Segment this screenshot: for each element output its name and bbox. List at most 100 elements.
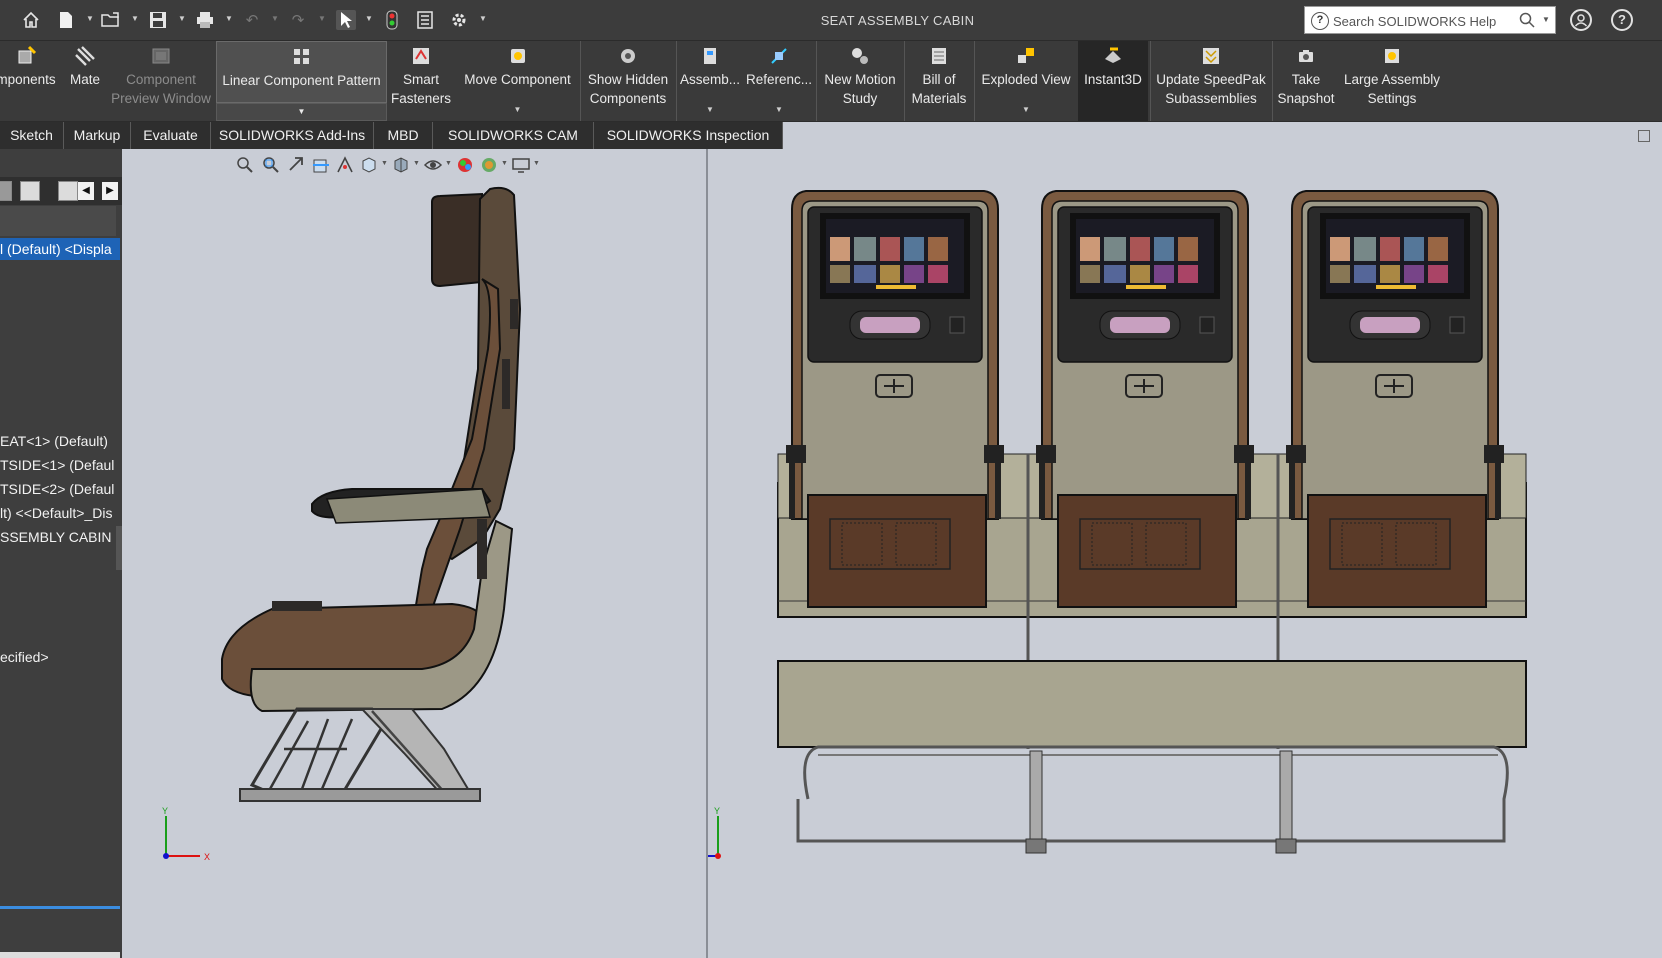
take-snapshot-button[interactable]: Take Snapshot	[1274, 41, 1338, 122]
graphics-viewport-left[interactable]: Y X	[122, 149, 706, 958]
tab-mbd[interactable]: MBD	[374, 122, 433, 150]
tree-row-outside-1[interactable]: TSIDE<1> (Defaul	[0, 454, 120, 476]
large-assembly-settings-button[interactable]: Large Assembly Settings	[1340, 41, 1444, 122]
component-preview-window-button[interactable]: Component Preview Window	[108, 41, 214, 122]
search-icon[interactable]	[1519, 12, 1535, 28]
reference-geometry-button[interactable]: Referenc... ▼	[744, 41, 814, 122]
bom-icon	[932, 48, 946, 64]
tree-row-root[interactable]: l (Default) <Displa	[0, 238, 120, 260]
seat-side-view: Y X	[162, 186, 522, 862]
dynamic-annotation-icon[interactable]	[335, 155, 355, 175]
large-assembly-label-1: Large Assembly	[1343, 72, 1441, 87]
panel-scroll-right-icon[interactable]: ▶	[102, 182, 118, 200]
tab-evaluate[interactable]: Evaluate	[131, 122, 211, 150]
command-manager-tabs: Sketch Markup Evaluate SOLIDWORKS Add-In…	[0, 121, 1662, 150]
exploded-view-icon	[1018, 48, 1034, 63]
tab-solidworks-inspection[interactable]: SOLIDWORKS Inspection	[594, 122, 783, 150]
exploded-view-dropdown-icon[interactable]: ▼	[976, 100, 1076, 119]
smart-fasteners-button[interactable]: Smart Fasteners	[389, 41, 453, 122]
zoom-to-area-icon[interactable]	[261, 155, 281, 175]
apply-scene-icon[interactable]	[479, 155, 499, 175]
configuration-manager-tab-icon[interactable]	[58, 181, 78, 201]
section-view-icon[interactable]	[311, 155, 331, 175]
panel-tab-toolbar: ◀ ▶	[0, 177, 122, 205]
new-motion-study-label-2: Study	[842, 91, 878, 106]
help-search-box[interactable]: ? ▼	[1304, 6, 1556, 34]
assembly-features-icon	[704, 48, 716, 64]
view-settings-icon[interactable]	[511, 155, 531, 175]
new-motion-study-button[interactable]: New Motion Study	[818, 41, 902, 122]
linear-pattern-icon	[293, 49, 309, 64]
feature-tree-tab-icon[interactable]	[0, 181, 12, 201]
panel-bottom-strip	[0, 952, 120, 958]
graphics-viewport-right[interactable]: Y Z	[674, 149, 1662, 958]
zoom-to-fit-icon[interactable]	[235, 155, 255, 175]
command-manager-ribbon: mponents Mate Component Preview Window L…	[0, 40, 1662, 122]
seat-row-rear-view: Y Z	[674, 149, 1527, 862]
assembly-features-button[interactable]: Assemb... ▼	[678, 41, 742, 122]
tab-solidworks-add-ins[interactable]: SOLIDWORKS Add-Ins	[211, 122, 374, 150]
ribbon-separator	[676, 41, 677, 122]
take-snapshot-label-2: Snapshot	[1277, 91, 1335, 106]
apply-scene-dropdown-icon[interactable]: ▼	[501, 160, 508, 167]
help-question-icon: ?	[1311, 12, 1329, 30]
view-orientation-dropdown-icon[interactable]: ▼	[381, 160, 388, 167]
show-hidden-components-button[interactable]: Show Hidden Components	[583, 41, 673, 122]
tree-row-unspecified[interactable]: ecified>	[0, 646, 120, 668]
instant3d-label: Instant3D	[1084, 72, 1142, 87]
move-component-button[interactable]: Move Component ▼	[457, 41, 578, 122]
collapse-panel-icon[interactable]	[1638, 130, 1650, 142]
bill-of-materials-label-1: Bill of	[922, 72, 956, 87]
mate-icon	[75, 46, 95, 66]
insert-components-icon	[18, 45, 37, 64]
tree-row-outside-2[interactable]: TSIDE<2> (Defaul	[0, 478, 120, 500]
insert-components-button[interactable]: mponents	[0, 41, 60, 122]
bill-of-materials-button[interactable]: Bill of Materials	[906, 41, 972, 122]
previous-view-icon[interactable]	[287, 155, 307, 175]
display-style-icon[interactable]	[391, 155, 411, 175]
move-component-label: Move Component	[464, 72, 571, 87]
reference-geometry-label: Referenc...	[745, 72, 813, 87]
component-preview-label-2: Preview Window	[111, 91, 211, 106]
view-orientation-icon[interactable]	[359, 155, 379, 175]
large-assembly-icon	[1385, 49, 1399, 63]
help-search-input[interactable]	[1333, 11, 1513, 31]
instant3d-button[interactable]: Instant3D	[1078, 41, 1148, 122]
hide-show-dropdown-icon[interactable]: ▼	[445, 160, 452, 167]
tab-sketch[interactable]: Sketch	[0, 122, 64, 150]
tree-row-default-display[interactable]: lt) <<Default>_Dis	[0, 502, 120, 524]
update-speedpak-label-1: Update SpeedPak	[1156, 72, 1266, 87]
tree-row-seat-assembly-cabin[interactable]: SSEMBLY CABIN	[0, 526, 120, 548]
take-snapshot-label-1: Take	[1291, 72, 1321, 87]
panel-scroll-left-icon[interactable]: ◀	[78, 182, 94, 200]
user-account-icon[interactable]	[1570, 9, 1592, 31]
tabs-background	[783, 122, 1662, 150]
help-icon[interactable]: ?	[1611, 9, 1633, 31]
rollback-bar[interactable]	[0, 906, 120, 909]
linear-pattern-dropdown[interactable]: ▼	[216, 103, 387, 121]
property-manager-tab-icon[interactable]	[20, 181, 40, 201]
tab-markup[interactable]: Markup	[64, 122, 131, 150]
search-dropdown-icon[interactable]: ▼	[1542, 15, 1550, 24]
move-component-icon	[510, 49, 525, 63]
move-component-dropdown-icon[interactable]: ▼	[457, 100, 578, 119]
assembly-features-dropdown-icon[interactable]: ▼	[678, 100, 742, 119]
feature-manager-panel: ◀ ▶ l (Default) <Displa EAT<1> (Default)…	[0, 149, 122, 958]
mate-button[interactable]: Mate	[64, 41, 106, 122]
triad-left-x-label: X	[204, 852, 210, 862]
camera-icon	[1299, 50, 1313, 62]
tree-row-seat[interactable]: EAT<1> (Default)	[0, 430, 120, 452]
seatback-3	[1286, 191, 1504, 607]
reference-geometry-icon	[771, 48, 787, 64]
view-settings-dropdown-icon[interactable]: ▼	[533, 160, 540, 167]
panel-filter-area	[0, 206, 116, 236]
linear-component-pattern-button[interactable]: Linear Component Pattern	[216, 41, 387, 103]
tab-solidworks-cam[interactable]: SOLIDWORKS CAM	[433, 122, 594, 150]
edit-appearance-icon[interactable]	[455, 155, 475, 175]
display-style-dropdown-icon[interactable]: ▼	[413, 160, 420, 167]
reference-geometry-dropdown-icon[interactable]: ▼	[744, 100, 814, 119]
update-speedpak-button[interactable]: Update SpeedPak Subassemblies	[1152, 41, 1270, 122]
hide-show-items-icon[interactable]	[423, 155, 443, 175]
exploded-view-button[interactable]: Exploded View ▼	[976, 41, 1076, 122]
triad-left-y-label: Y	[162, 806, 168, 816]
